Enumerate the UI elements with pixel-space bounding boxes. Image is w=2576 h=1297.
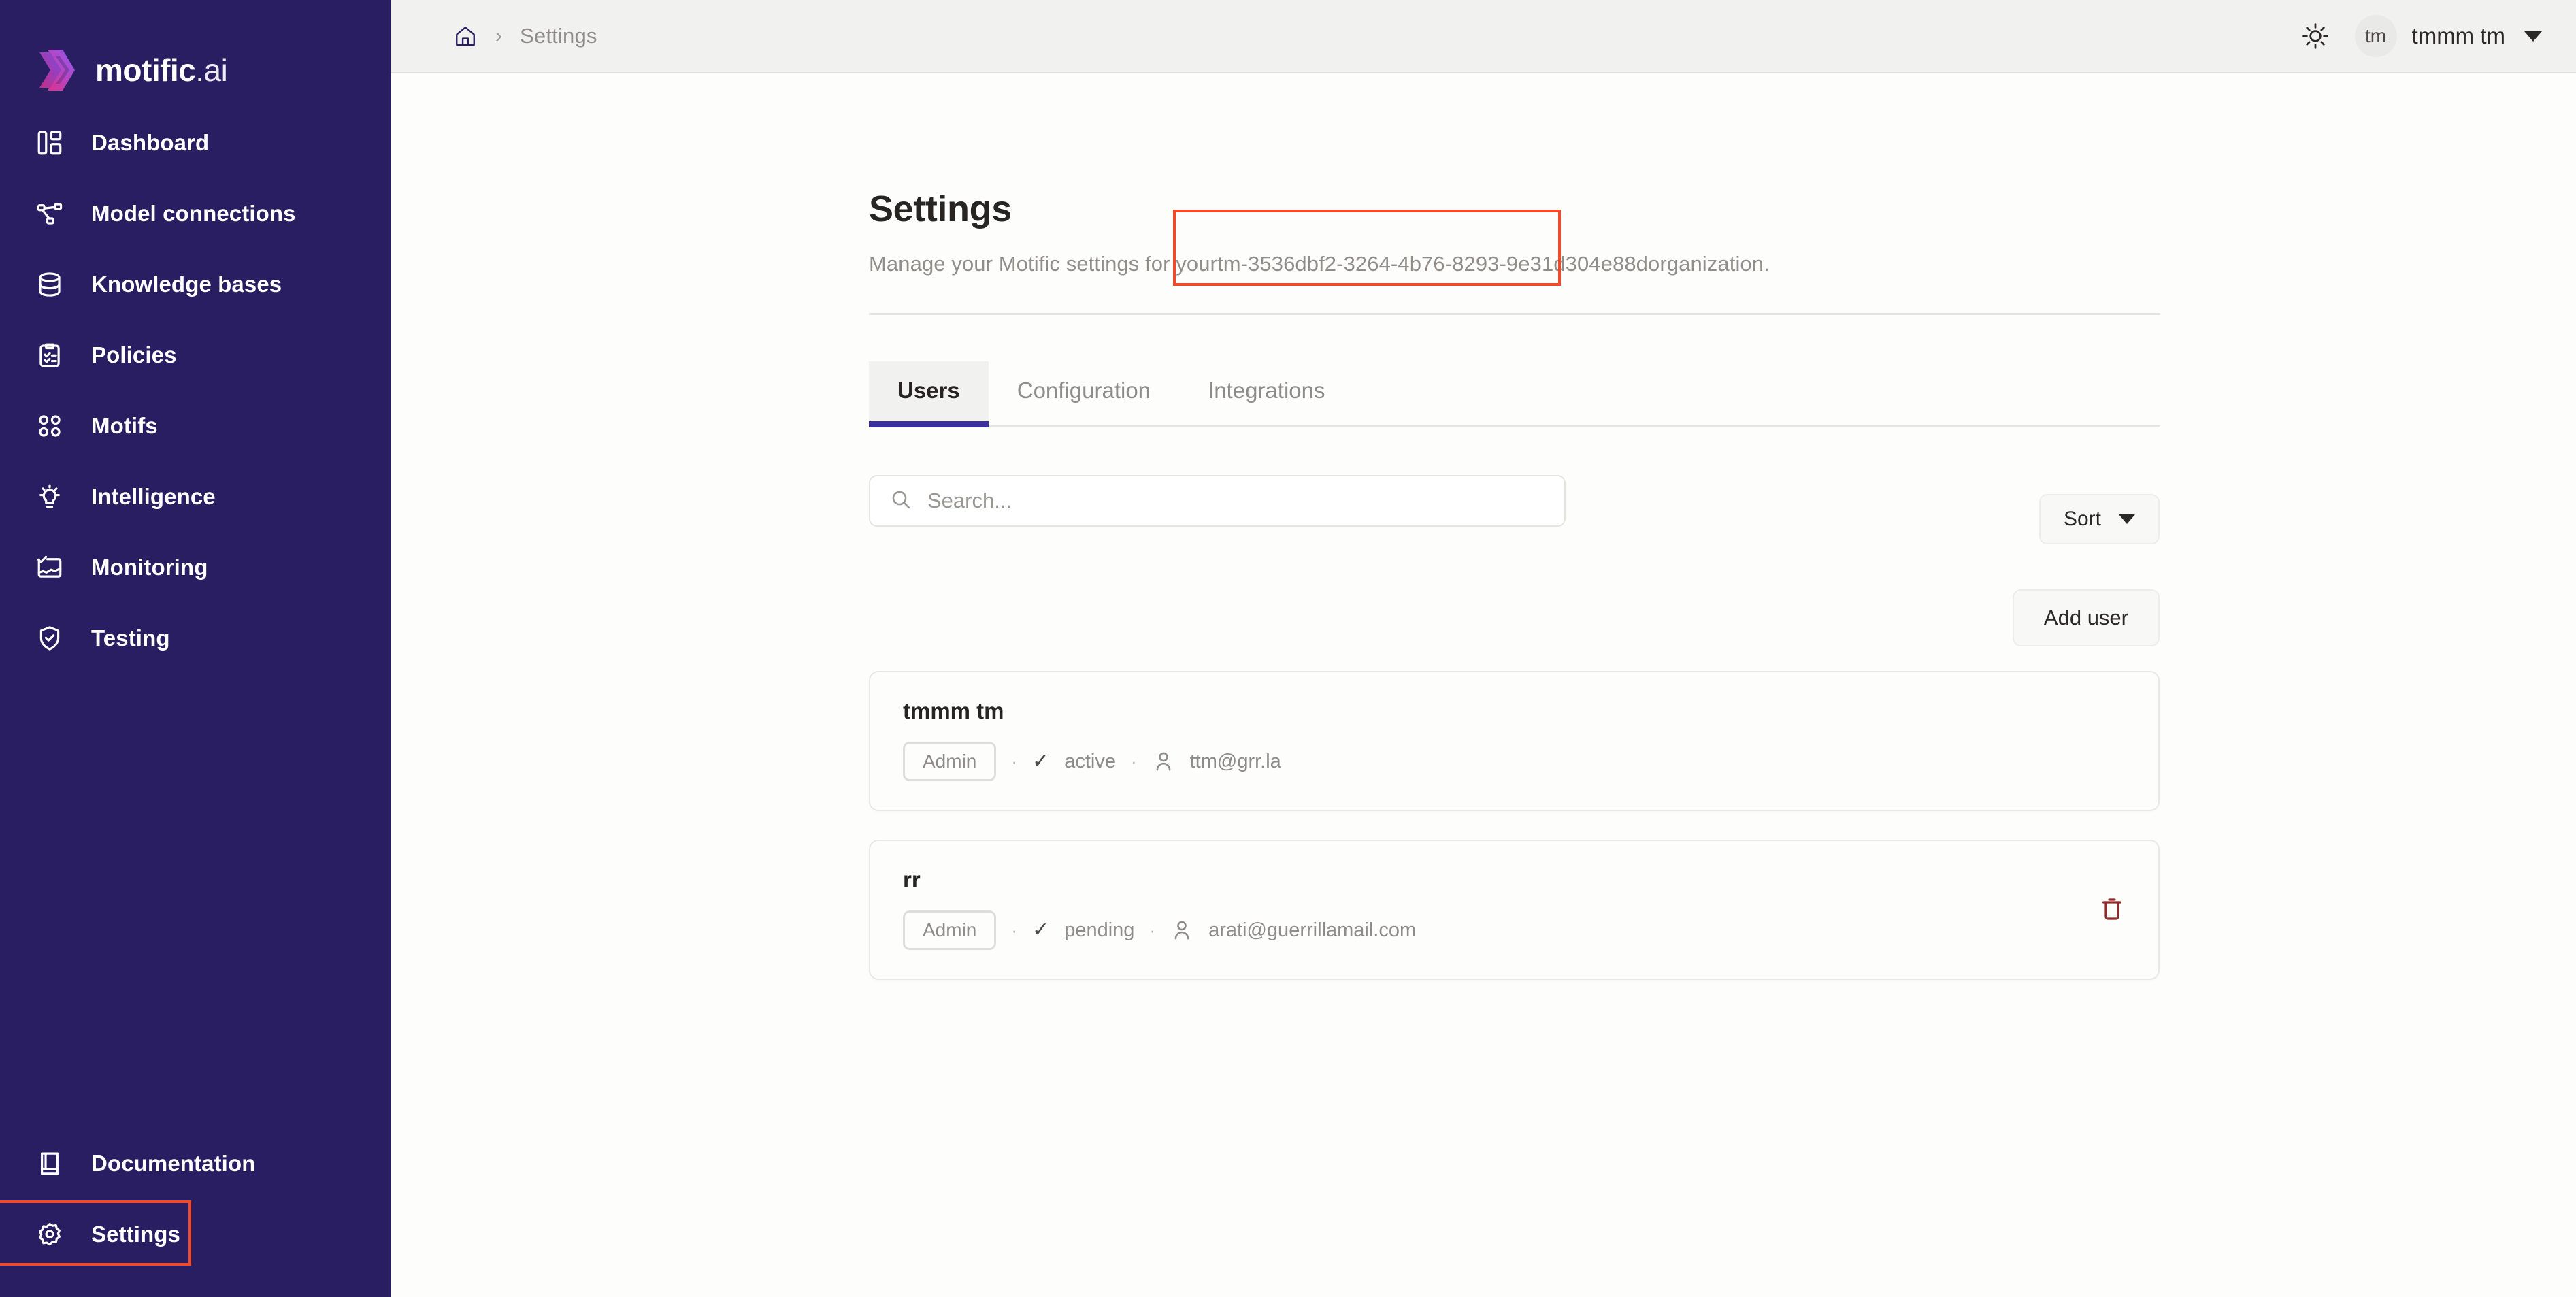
book-icon: [35, 1149, 64, 1178]
sidebar-item-label: Settings: [91, 1221, 180, 1247]
sidebar-item-label: Knowledge bases: [91, 272, 282, 297]
motific-hexagon-logo-icon: [35, 47, 78, 93]
sidebar-item-label: Dashboard: [91, 130, 210, 155]
person-icon: [1170, 919, 1193, 942]
sidebar-nav-secondary: Documentation Settings: [0, 1128, 391, 1297]
toolbar-row: [869, 475, 2576, 527]
sidebar-item-label: Policies: [91, 342, 177, 367]
organization-id: tm-3536dbf2-3264-4b76-8293-9e31d304e88d: [1217, 252, 1649, 276]
user-email: ttm@grr.la: [1189, 750, 1281, 772]
user-row[interactable]: tmmm tm Admin · ✓ active · ttm@grr.la: [869, 671, 2160, 811]
lightbulb-icon: [35, 482, 64, 511]
person-icon: [1152, 750, 1175, 773]
user-menu[interactable]: tm tmmm tm: [2354, 15, 2542, 57]
page-content: Settings Manage your Motific settings fo…: [391, 73, 2576, 980]
sidebar-item-documentation[interactable]: Documentation: [0, 1128, 391, 1199]
check-icon: ✓: [1032, 919, 1050, 941]
sidebar-item-label: Intelligence: [91, 484, 216, 509]
check-icon: ✓: [1032, 750, 1050, 772]
sidebar-item-monitoring[interactable]: Monitoring: [0, 532, 391, 603]
search-input[interactable]: [927, 489, 1545, 513]
sidebar: motific.ai Dashboard Model connections K…: [0, 0, 391, 1297]
trash-icon[interactable]: [2098, 895, 2126, 922]
tab-users[interactable]: Users: [869, 361, 989, 427]
sidebar-item-motifs[interactable]: Motifs: [0, 391, 391, 461]
clipboard-check-icon: [35, 341, 64, 370]
meta-separator: ·: [1011, 751, 1018, 772]
settings-tabs: Users Configuration Integrations: [869, 361, 2160, 427]
user-name: tmmm tm: [903, 698, 1004, 723]
sidebar-item-intelligence[interactable]: Intelligence: [0, 461, 391, 532]
brand-logo-area[interactable]: motific.ai: [0, 0, 391, 108]
user-meta: Admin · ✓ active · ttm@grr.la: [903, 742, 1281, 781]
sidebar-item-dashboard[interactable]: Dashboard: [0, 108, 391, 178]
sidebar-item-label: Motifs: [91, 413, 158, 438]
sidebar-item-settings[interactable]: Settings: [0, 1199, 391, 1270]
breadcrumb-separator: ›: [495, 24, 502, 47]
sidebar-item-label: Model connections: [91, 201, 296, 226]
database-icon: [35, 270, 64, 299]
sidebar-item-policies[interactable]: Policies: [0, 320, 391, 391]
topbar-right: tm tmmm tm: [2300, 15, 2542, 57]
subtitle-suffix: organization.: [1648, 252, 1770, 276]
subtitle-prefix: Manage your Motific settings for your: [869, 252, 1217, 276]
main-area: › Settings tm tmmm tm Settings Manage yo…: [391, 0, 2576, 1297]
sidebar-nav-primary: Dashboard Model connections Knowledge ba…: [0, 108, 391, 674]
sidebar-item-label: Monitoring: [91, 555, 208, 580]
meta-separator: ·: [1130, 751, 1137, 772]
gear-icon: [35, 1220, 64, 1249]
tabs-spacer: [1353, 361, 2160, 425]
status-text: pending: [1064, 919, 1135, 941]
app-root: motific.ai Dashboard Model connections K…: [0, 0, 2576, 1297]
network-nodes-icon: [35, 199, 64, 228]
sidebar-item-label: Testing: [91, 625, 170, 651]
users-list: tmmm tm Admin · ✓ active · ttm@grr.la rr…: [869, 671, 2576, 980]
user-name: rr: [903, 867, 921, 892]
chevron-down-icon: [2524, 31, 2542, 42]
user-meta: Admin · ✓ pending · arati@guerrillamail.…: [903, 910, 1416, 950]
caret-down-icon: [2119, 514, 2135, 524]
sidebar-item-model-connections[interactable]: Model connections: [0, 178, 391, 249]
sidebar-item-label: Documentation: [91, 1151, 256, 1176]
sidebar-item-testing[interactable]: Testing: [0, 603, 391, 674]
role-badge: Admin: [903, 742, 997, 781]
sidebar-item-knowledge-bases[interactable]: Knowledge bases: [0, 249, 391, 320]
page-header: Settings Manage your Motific settings fo…: [869, 73, 2576, 276]
monitoring-chart-icon: [35, 553, 64, 582]
user-row[interactable]: rr Admin · ✓ pending · arati@guerrillama…: [869, 840, 2160, 980]
add-user-button[interactable]: Add user: [2012, 589, 2160, 646]
breadcrumb: › Settings: [453, 24, 597, 48]
status-text: active: [1064, 750, 1116, 772]
role-badge: Admin: [903, 910, 997, 950]
user-email: arati@guerrillamail.com: [1208, 919, 1417, 941]
layout-dashboard-icon: [35, 129, 64, 157]
page-subtitle: Manage your Motific settings for your tm…: [869, 252, 2576, 276]
section-divider: [869, 313, 2160, 315]
four-circles-icon: [35, 412, 64, 440]
search-box[interactable]: [869, 475, 1566, 527]
meta-separator: ·: [1011, 919, 1018, 940]
meta-separator: ·: [1149, 919, 1156, 940]
sort-label: Sort: [2063, 508, 2101, 530]
shield-check-icon: [35, 624, 64, 653]
home-icon[interactable]: [453, 24, 478, 48]
search-icon: [889, 488, 912, 514]
breadcrumb-current: Settings: [520, 24, 597, 48]
tab-configuration[interactable]: Configuration: [989, 361, 1179, 427]
user-info: tmmm tm Admin · ✓ active · ttm@grr.la: [903, 698, 1281, 781]
brand-name: motific.ai: [95, 52, 228, 88]
user-info: rr Admin · ✓ pending · arati@guerrillama…: [903, 867, 1416, 950]
tab-integrations[interactable]: Integrations: [1179, 361, 1353, 427]
user-name: tmmm tm: [2411, 23, 2505, 48]
topbar: › Settings tm tmmm tm: [391, 0, 2576, 73]
avatar: tm: [2354, 15, 2397, 57]
page-title: Settings: [869, 188, 1012, 229]
sort-button[interactable]: Sort: [2038, 494, 2160, 544]
sun-icon[interactable]: [2300, 21, 2330, 51]
